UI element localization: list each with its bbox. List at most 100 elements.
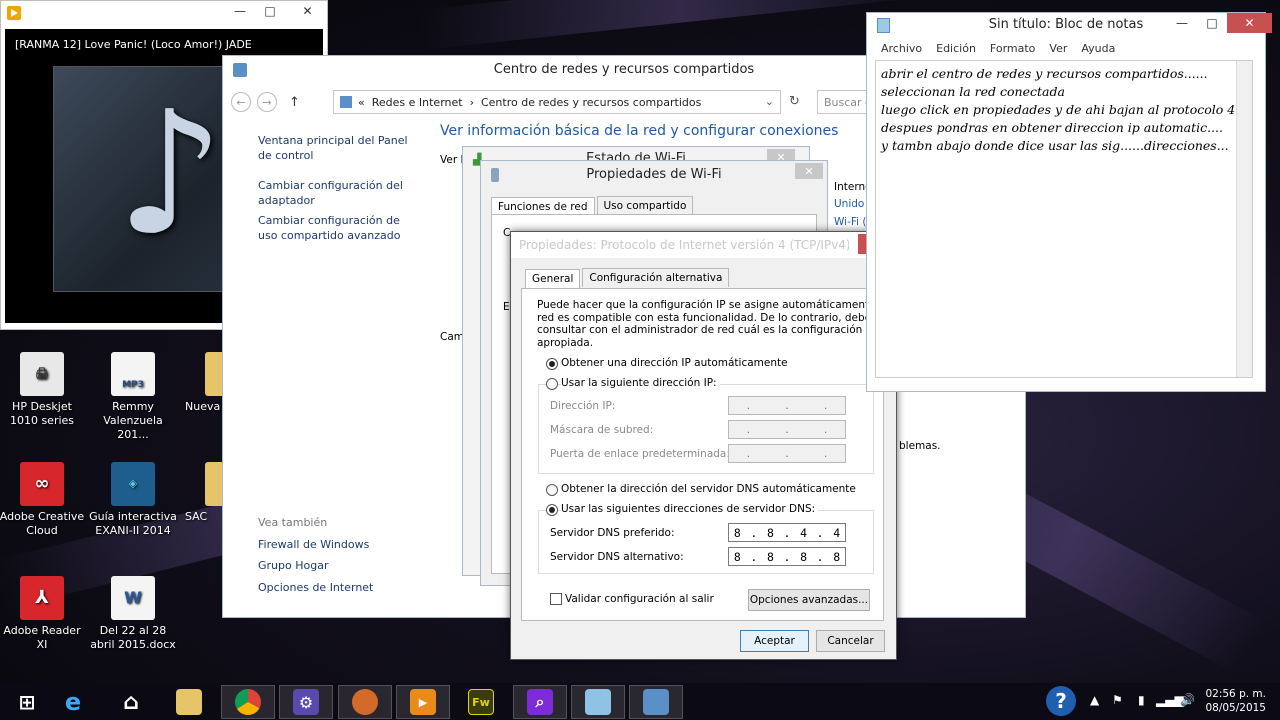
close-button[interactable]: ✕ [1227, 13, 1272, 33]
radio-dns-manual[interactable] [546, 504, 558, 516]
breadcrumb-redes-internet[interactable]: Redes e Internet [372, 96, 463, 109]
link-homegroup-status[interactable]: Unido [834, 198, 864, 210]
forward-button[interactable]: → [257, 92, 277, 112]
link-firewall[interactable]: Firewall de Windows [258, 537, 418, 552]
notepad-menubar: Archivo Edición Formato Ver Ayuda [881, 42, 1115, 55]
battery-icon[interactable]: ▮ [1138, 693, 1145, 707]
tcpip-properties-dialog[interactable]: Propiedades: Protocolo de Internet versi… [510, 231, 900, 660]
start-icon: ⊞ [18, 690, 36, 714]
vertical-scrollbar[interactable] [1236, 61, 1252, 377]
desktop-icon-label: Adobe Creative Cloud [0, 510, 85, 537]
cancel-button[interactable]: Cancelar [816, 630, 885, 652]
ip-address-field[interactable]: ... [728, 396, 846, 415]
close-button[interactable]: ✕ [795, 163, 823, 179]
validate-checkbox-label[interactable]: Validar configuración al salir [565, 593, 714, 605]
ip-address-label: Dirección IP: [550, 400, 616, 412]
flag-icon[interactable]: ⚑ [1112, 693, 1123, 707]
help-icon[interactable]: ? [1046, 686, 1076, 716]
dns-alternate-field[interactable]: 8. 8. 8. 8 [728, 547, 846, 566]
desktop-icon-hp-deskjet[interactable]: 🖨 HP Deskjet 1010 series [0, 352, 87, 428]
desktop-icon-adobe-reader[interactable]: ⅄ Adobe Reader XI [0, 576, 87, 652]
maximize-button[interactable]: □ [255, 1, 285, 21]
taskbar-network-center[interactable] [629, 685, 683, 719]
breadcrumb-overflow[interactable]: « [358, 96, 365, 109]
taskbar-fireworks[interactable]: Fw [454, 685, 508, 719]
close-button[interactable]: ✕ [285, 1, 330, 21]
taskbar-media-player[interactable]: ▶ [396, 685, 450, 719]
window-controls: — □ ✕ [1167, 13, 1272, 35]
desktop-icon-label: Adobe Reader XI [3, 624, 81, 651]
minimize-button[interactable]: — [1167, 13, 1197, 33]
taskbar-chrome[interactable] [221, 685, 275, 719]
menu-formato[interactable]: Formato [990, 42, 1036, 55]
window-controls: — □ ✕ [225, 1, 330, 23]
validate-checkbox[interactable] [550, 593, 562, 605]
dns-preferred-field[interactable]: 8. 8. 4. 4 [728, 523, 846, 542]
store-icon: ⌂ [123, 689, 139, 715]
breadcrumb-centro-redes[interactable]: Centro de redes y recursos compartidos [481, 96, 701, 109]
desktop-icon-nueva[interactable]: Nueva [185, 352, 229, 414]
media-player-icon: ▶ [410, 689, 436, 715]
desktop-icon-adobe-cc[interactable]: ∞ Adobe Creative Cloud [0, 462, 87, 538]
menu-edicion[interactable]: Edición [936, 42, 976, 55]
show-hidden-icons-icon[interactable]: ▲ [1090, 693, 1099, 707]
desktop-icon-exani[interactable]: ◈ Guía interactiva EXANI-II 2014 [88, 462, 178, 538]
link-grupo-hogar[interactable]: Grupo Hogar [258, 558, 418, 573]
radio-ip-auto-label[interactable]: Obtener una dirección IP automáticamente [561, 357, 788, 369]
taskbar-settings[interactable]: ⚙ [279, 685, 333, 719]
subnet-mask-field[interactable]: ... [728, 420, 846, 439]
radio-ip-manual[interactable] [546, 378, 558, 390]
desktop-icon-word-doc[interactable]: W Del 22 al 28 abril 2015.docx [88, 576, 178, 652]
radio-dns-manual-label[interactable]: Usar las siguientes direcciones de servi… [561, 503, 819, 515]
radio-ip-manual-label[interactable]: Usar la siguiente dirección IP: [561, 377, 720, 389]
menu-ayuda[interactable]: Ayuda [1081, 42, 1115, 55]
subnet-mask-label: Máscara de subred: [550, 424, 654, 436]
fireworks-icon: Fw [468, 689, 494, 715]
notepad-text-area[interactable]: abrir el centro de redes y recursos comp… [875, 60, 1253, 378]
tab-uso-compartido[interactable]: Uso compartido [596, 196, 694, 215]
taskbar-internet-explorer[interactable]: e [46, 685, 100, 719]
link-wifi-connection[interactable]: Wi-Fi ( [834, 216, 866, 228]
notepad-window[interactable]: Sin título: Bloc de notas — □ ✕ Archivo … [866, 12, 1272, 392]
desktop-icon-label: Del 22 al 28 abril 2015.docx [90, 624, 176, 651]
dialog-titlebar[interactable]: Propiedades: Protocolo de Internet versi… [511, 232, 896, 258]
menu-archivo[interactable]: Archivo [881, 42, 922, 55]
up-button[interactable]: ↑ [289, 95, 300, 110]
link-uso-compartido-avanzado[interactable]: Cambiar configuración de uso compartido … [258, 213, 418, 243]
taskbar-search-app[interactable]: ⌕ [513, 685, 567, 719]
desktop-icon-label: Remmy Valenzuela 201... [103, 400, 163, 441]
link-opciones-internet[interactable]: Opciones de Internet [258, 580, 418, 595]
taskbar-notepad[interactable] [571, 685, 625, 719]
link-panel-principal[interactable]: Ventana principal del Panel de control [258, 133, 418, 163]
maximize-button[interactable]: □ [1197, 13, 1227, 33]
dns-alternate-label: Servidor DNS alternativo: [550, 551, 684, 563]
menu-ver[interactable]: Ver [1049, 42, 1067, 55]
radio-dns-auto-label[interactable]: Obtener la dirección del servidor DNS au… [561, 483, 856, 495]
taskbar-app[interactable] [338, 685, 392, 719]
desktop-icon-remmy-mp3[interactable]: MP3 Remmy Valenzuela 201... [88, 352, 178, 442]
control-panel-icon [340, 96, 352, 108]
taskbar-store[interactable]: ⌂ [104, 685, 158, 719]
minimize-button[interactable]: — [225, 1, 255, 21]
partial-text: Cam [440, 331, 464, 343]
tab-configuracion-alternativa[interactable]: Configuración alternativa [582, 268, 730, 287]
adobe-reader-icon: ⅄ [20, 576, 64, 620]
taskbar-file-explorer[interactable] [162, 685, 216, 719]
system-clock[interactable]: 02:56 p. m. 08/05/2015 [1205, 687, 1266, 715]
file-explorer-icon [176, 689, 202, 715]
advanced-options-button[interactable]: Opciones avanzadas... [748, 589, 870, 611]
volume-icon[interactable]: 🔊 [1180, 693, 1195, 707]
desktop-icon-sac[interactable]: SAC [185, 462, 229, 524]
gateway-field[interactable]: ... [728, 444, 846, 463]
ok-button[interactable]: Aceptar [740, 630, 809, 652]
chevron-down-icon[interactable]: ⌄ [765, 95, 774, 108]
link-cambiar-adaptador[interactable]: Cambiar configuración del adaptador [258, 178, 418, 208]
radio-ip-auto[interactable] [546, 358, 558, 370]
back-button[interactable]: ← [231, 92, 251, 112]
tab-general[interactable]: General [525, 269, 581, 288]
radio-dns-auto[interactable] [546, 484, 558, 496]
taskbar: ⊞ e ⌂ ⚙ ▶ Fw ⌕ ? ▲ ⚑ ▮ ▂▄▆ 🔊 02:56 p. m.… [0, 683, 1280, 720]
refresh-icon[interactable]: ↻ [789, 94, 800, 109]
address-box[interactable]: « Redes e Internet › Centro de redes y r… [333, 90, 781, 114]
description-text: Puede hacer que la configuración IP se a… [537, 299, 900, 349]
